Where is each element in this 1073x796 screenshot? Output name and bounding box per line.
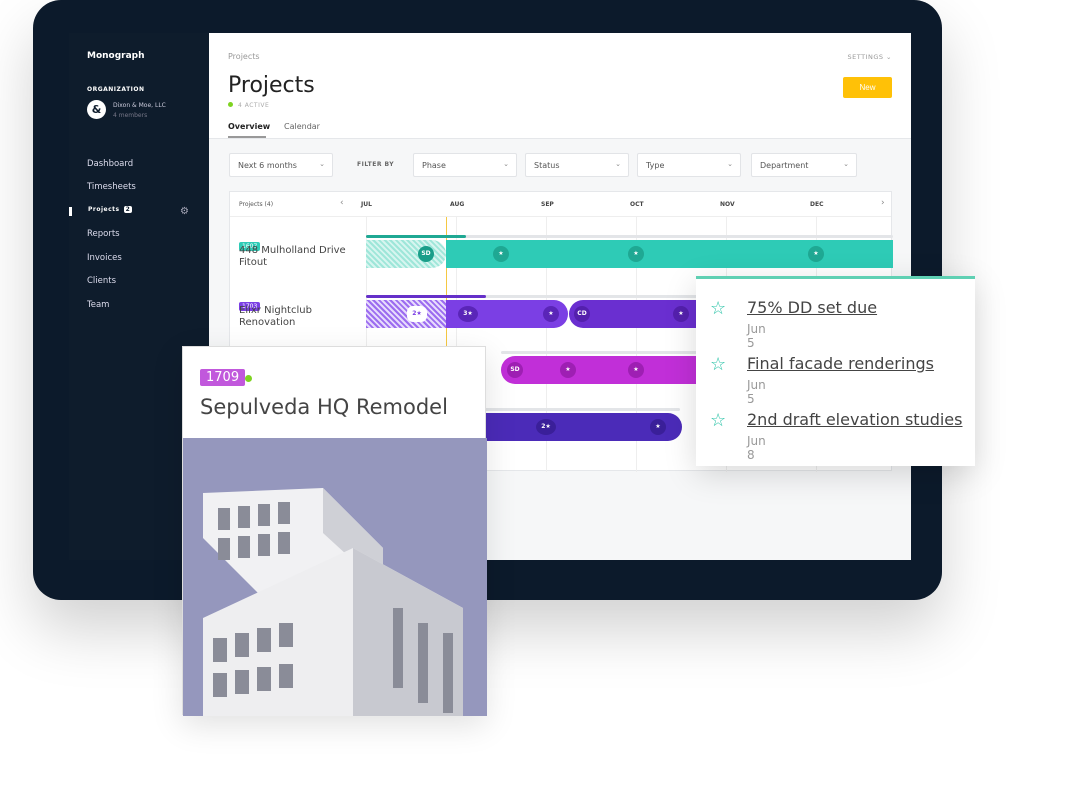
org-heading: ORGANIZATION [87,86,145,93]
progress-track [501,351,701,354]
month-label: JUL [361,201,372,208]
projects-count: Projects (4) [239,201,274,208]
tab-overview[interactable]: Overview [228,122,270,131]
phase-select[interactable]: Phase ⌄ [413,153,517,177]
department-select[interactable]: Department ⌄ [751,153,857,177]
milestone-star[interactable]: ★ [493,246,509,262]
project-name: Sepulveda HQ Remodel [200,395,448,419]
org-name[interactable]: Dixon & Moe, LLC [113,102,166,109]
sidebar-item-invoices[interactable]: Invoices [87,253,122,263]
gear-icon[interactable]: ⚙ [180,206,189,217]
sidebar-item-clients[interactable]: Clients [87,276,116,286]
milestone-label[interactable]: 2nd draft elevation studies [747,410,962,429]
status-value: Status [534,161,560,170]
milestone-star[interactable]: ★ [560,362,576,378]
new-project-button[interactable]: New [843,77,892,98]
breadcrumb[interactable]: Projects [228,52,260,61]
active-label: 4 ACTIVE [238,102,270,109]
milestone-sd[interactable]: SD [507,362,523,378]
tab-underline [228,136,266,138]
status-dot [245,375,252,382]
status-dot [228,102,233,107]
project-card[interactable]: 1709 Sepulveda HQ Remodel [182,346,487,716]
department-value: Department [760,161,809,170]
type-select[interactable]: Type ⌄ [637,153,741,177]
progress-fill [366,295,486,298]
org-avatar[interactable]: & [87,100,106,119]
sidebar-item-dashboard[interactable]: Dashboard [87,159,133,169]
milestone-star[interactable]: ★ [628,246,644,262]
milestone-sd[interactable]: SD [418,246,434,262]
project-name[interactable]: Elixr Nightclub Renovation [239,305,364,329]
star-icon: ☆ [710,298,727,319]
milestone-star[interactable]: ★ [673,306,689,322]
milestone-star[interactable]: ★ [650,419,666,435]
page-header: Projects Projects 4 ACTIVE SETTINGS ⌄ Ne… [209,33,911,139]
settings-menu[interactable]: SETTINGS ⌄ [847,53,892,61]
status-select[interactable]: Status ⌄ [525,153,629,177]
project-id-badge: 1709 [200,369,246,386]
month-label: DEC [810,201,824,208]
chevron-down-icon: ⌄ [615,160,621,168]
chevron-down-icon: ⌄ [319,160,325,168]
tab-calendar[interactable]: Calendar [284,122,320,131]
milestone-star[interactable]: ★ [628,362,644,378]
active-indicator [69,207,72,216]
phase-bar[interactable] [446,240,893,268]
phase-value: Phase [422,161,446,170]
month-label: NOV [720,201,735,208]
phase-bar-planned[interactable] [366,300,446,328]
page-title: Projects [228,73,315,98]
month-label: SEP [541,201,554,208]
gantt-header: Projects (4) ‹ › JUL AUG SEP OCT NOV DEC [230,192,891,217]
projects-badge: 2 [123,206,133,213]
star-icon: ☆ [710,410,727,431]
milestone-cd[interactable]: CD [574,306,590,322]
range-select[interactable]: Next 6 months ⌄ [229,153,333,177]
milestone-label[interactable]: 75% DD set due [747,298,877,317]
next-arrow-icon[interactable]: › [881,198,885,208]
milestones-tooltip: ☆ 75% DD set due Jun 5 ☆ Final facade rende… [696,276,975,466]
type-value: Type [646,161,665,170]
sidebar-item-team[interactable]: Team [87,300,109,310]
filter-by-label: FILTER BY [357,161,395,168]
project-name[interactable]: 448 Mulholland Drive Fitout [239,245,364,269]
milestone-star[interactable]: ★ [808,246,824,262]
chevron-down-icon: ⌄ [727,160,733,168]
milestone-date: Jun 5 [747,378,766,406]
phase-bar-planned[interactable] [366,240,446,268]
milestone-count[interactable]: 2★ [536,419,556,435]
progress-fill [366,235,466,238]
range-value: Next 6 months [238,161,297,170]
org-members: 4 members [113,112,148,119]
sidebar-item-label: Projects [88,206,120,213]
brand-logo: Monograph [87,51,145,61]
progress-track [480,408,680,411]
milestone-count[interactable]: 3★ [458,306,478,322]
chevron-down-icon: ⌄ [503,160,509,168]
milestone-date: Jun 8 [747,434,766,462]
sidebar-item-projects[interactable]: Projects 2 [88,206,133,213]
milestone-star[interactable]: ★ [543,306,559,322]
milestone-label[interactable]: Final facade renderings [747,354,934,373]
milestone-date: Jun 5 [747,322,766,350]
star-icon: ☆ [710,354,727,375]
sidebar-item-reports[interactable]: Reports [87,229,120,239]
active-count: 4 ACTIVE [228,102,269,109]
milestone-count[interactable]: 2★ [407,306,427,322]
chevron-down-icon: ⌄ [843,160,849,168]
building-photo [183,438,487,716]
month-label: AUG [450,201,465,208]
month-label: OCT [630,201,644,208]
sidebar-item-timesheets[interactable]: Timesheets [87,182,136,192]
prev-arrow-icon[interactable]: ‹ [340,198,344,208]
